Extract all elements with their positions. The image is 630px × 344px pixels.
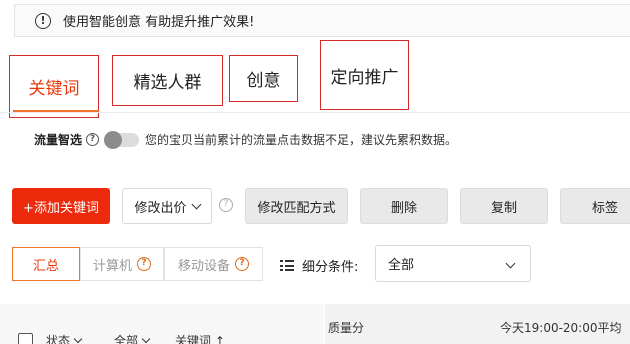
tab-selected-audience-label: 精选人群 [133,73,202,93]
delete-label: 删除 [390,200,417,216]
keyword-header-label: 关键词 ↑ [175,334,225,344]
chevron-down-icon [191,199,201,209]
select-all-checkbox[interactable] [18,333,33,344]
filter-label-group: 细分条件: [280,256,358,275]
tab-keywords-label: 关键词 [28,79,80,99]
copy-label: 复制 [490,200,517,216]
tabs-divider [0,112,630,113]
status-header-label: 状态 [46,334,71,344]
delete-button[interactable]: 删除 [360,188,448,224]
status-filter-dropdown[interactable]: 全部 [114,332,151,344]
list-icon [280,260,294,271]
modify-bid-dropdown[interactable]: 修改出价 [122,188,212,224]
notice-bar: ! 使用智能创意 有助提升推广效果! [14,4,630,37]
modify-match-label: 修改匹配方式 [257,200,336,216]
modify-match-button[interactable]: 修改匹配方式 [245,188,348,224]
question-icon[interactable]: ? [137,257,151,271]
status-column-header[interactable]: 状态 [46,332,83,344]
filter-select[interactable]: 全部 [375,245,531,282]
tab-targeted-promotion-label: 定向推广 [330,67,399,88]
quality-column-header[interactable]: 质量分 [328,319,364,336]
segment-mobile[interactable]: 移动设备 ? [164,247,263,281]
chevron-down-icon [141,334,151,343]
smart-traffic-label: 流量智选 [34,133,83,147]
segment-mobile-label: 移动设备 [177,258,230,274]
help-icon[interactable]: ? [219,198,233,212]
tag-button[interactable]: 标签 [560,188,630,224]
segment-computer[interactable]: 计算机 ? [80,247,164,281]
filter-label: 细分条件: [302,260,359,275]
add-keyword-button[interactable]: +添加关键词 [12,188,110,224]
tag-label: 标签 [591,200,618,216]
today-header-label: 今天19:00-20:00平均 [500,321,622,335]
smart-traffic-row: 流量智选 ? 您的宝贝当前累计的流量点击数据不足，建议先累积数据。 [34,130,458,149]
info-icon: ! [35,12,51,29]
smart-traffic-hint: 您的宝贝当前累计的流量点击数据不足，建议先累积数据。 [145,133,458,147]
modify-bid-label: 修改出价 [134,200,187,216]
chevron-down-icon [73,334,83,343]
today-column-header[interactable]: 今天19:00-20:00平均 [500,319,622,336]
filter-select-value: 全部 [388,258,415,273]
tab-creative[interactable]: 创意 [229,55,298,102]
keyword-column-header[interactable]: 关键词 ↑ [175,332,225,344]
segment-computer-label: 计算机 [92,258,132,274]
smart-traffic-toggle[interactable] [104,130,140,149]
question-icon[interactable]: ? [86,133,100,146]
copy-button[interactable]: 复制 [460,188,548,224]
chevron-down-icon [505,258,516,269]
quality-header-label: 质量分 [328,321,365,335]
add-keyword-label: +添加关键词 [23,200,99,216]
status-filter-label: 全部 [114,334,139,344]
notice-text: 使用智能创意 有助提升推广效果! [63,15,255,30]
segment-summary[interactable]: 汇总 [12,247,80,281]
segment-summary-label: 汇总 [32,258,59,274]
tab-selected-audience[interactable]: 精选人群 [112,55,223,106]
tab-creative-label: 创意 [246,71,281,91]
toggle-knob [104,130,123,149]
question-icon[interactable]: ? [235,257,249,271]
tab-keywords[interactable]: 关键词 [9,55,99,118]
tab-targeted-promotion[interactable]: 定向推广 [320,40,409,110]
